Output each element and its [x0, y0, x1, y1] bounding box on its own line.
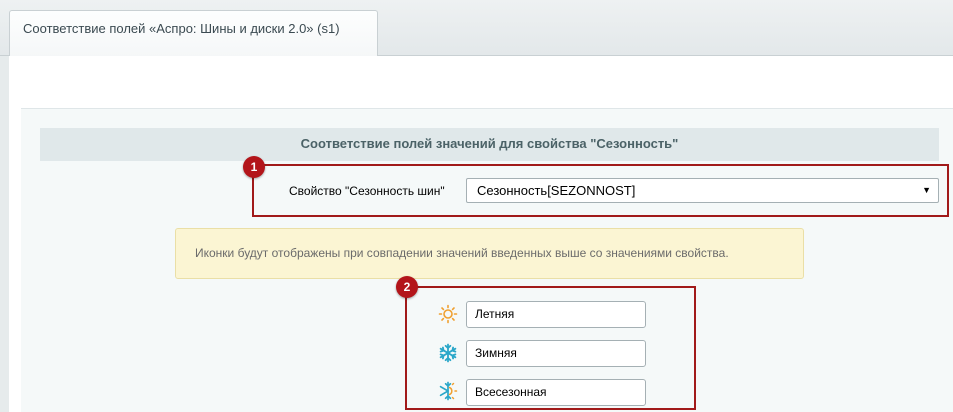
section-title: Соответствие полей значений для свойства… — [40, 128, 939, 161]
info-note: Иконки будут отображены при совпадении з… — [175, 228, 804, 279]
info-note-text: Иконки будут отображены при совпадении з… — [195, 246, 729, 260]
winter-value-input[interactable]: Зимняя — [466, 340, 646, 367]
property-select[interactable]: Сезонность[SEZONNOST] ▼ — [466, 178, 939, 203]
badge-1: 1 — [243, 156, 265, 178]
property-select-value: Сезонность[SEZONNOST] — [477, 183, 636, 198]
sun-snowflake-icon — [439, 381, 458, 401]
summer-value-input[interactable]: Летняя — [466, 301, 646, 328]
property-label: Свойство "Сезонность шин" — [289, 184, 445, 198]
dropdown-arrow-icon: ▼ — [922, 185, 931, 195]
snowflake-icon — [439, 343, 457, 363]
tab-field-mapping[interactable]: Соответствие полей «Аспро: Шины и диски … — [9, 10, 378, 57]
tab-label: Соответствие полей «Аспро: Шины и диски … — [23, 21, 340, 36]
summer-value-text: Летняя — [475, 307, 515, 321]
sun-icon — [438, 304, 458, 324]
badge-2: 2 — [396, 276, 418, 298]
allseason-value-text: Всесезонная — [475, 385, 547, 399]
allseason-value-input[interactable]: Всесезонная — [466, 379, 646, 406]
section-title-text: Соответствие полей значений для свойства… — [300, 136, 679, 151]
winter-value-text: Зимняя — [475, 346, 517, 360]
